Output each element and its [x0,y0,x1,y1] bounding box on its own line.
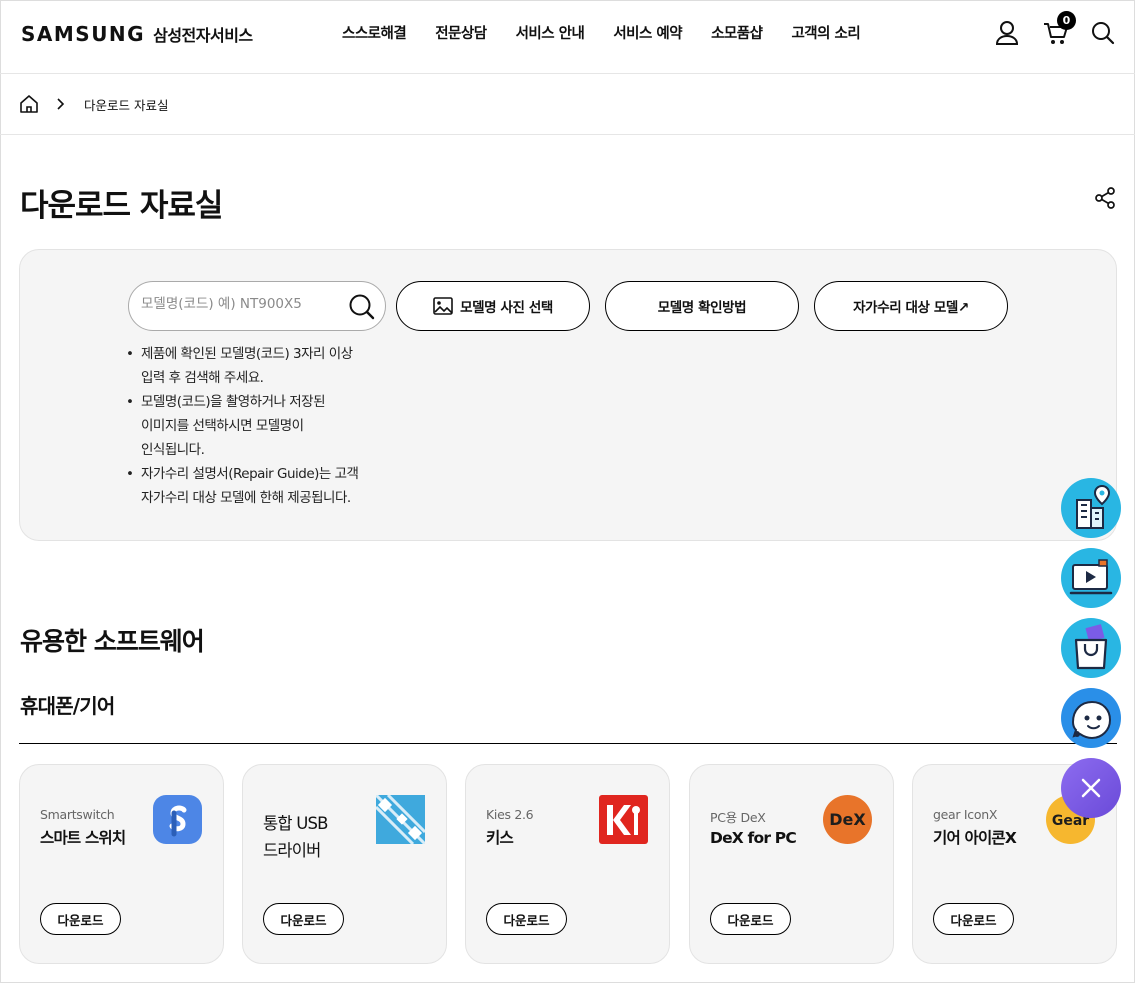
card-subtitle: gear IconX [933,807,998,822]
search-icon[interactable] [1091,20,1115,50]
smartswitch-icon [153,795,202,844]
note-item: 모델명(코드)을 촬영하거나 저장된 이미지를 선택하시면 모델명이 인식됩니다… [126,390,396,462]
card-subtitle: Smartswitch [40,807,115,822]
note-line: 이미지를 선택하시면 모델명이 [141,418,304,434]
note-line: 인식됩니다. [141,442,205,458]
card-subtitle: Kies 2.6 [486,807,534,822]
note-line: 입력 후 검색해 주세요. [141,370,264,386]
chatbot-icon[interactable] [1061,688,1121,748]
card-title: DeX for PC [710,829,797,847]
menu-item-service-info[interactable]: 서비스 안내 [516,22,585,43]
download-button[interactable]: 다운로드 [40,903,121,935]
cart-count-badge: 0 [1057,11,1076,30]
dex-icon-text: DeX [829,810,866,829]
self-repair-models-button[interactable]: 자가수리 대상 모델↗ [814,281,1008,331]
download-button[interactable]: 다운로드 [710,903,791,935]
main-menu: 스스로해결 전문상담 서비스 안내 서비스 예약 소모품샵 고객의 소리 [342,22,889,43]
card-subtitle: PC용 DeX [710,810,766,825]
card-title: 기어 아이콘X [933,829,1017,847]
image-icon [433,297,453,315]
service-center-icon[interactable] [1061,478,1121,538]
software-card-kies[interactable]: Kies 2.6 키스 다운로드 [465,764,670,964]
note-line: 모델명(코드)을 촬영하거나 저장된 [141,394,326,410]
download-button[interactable]: 다운로드 [263,903,344,935]
download-button[interactable]: 다운로드 [486,903,567,935]
menu-item-consult[interactable]: 전문상담 [435,22,487,43]
card-title: 키스 [486,829,514,847]
shop-bag-icon[interactable] [1061,618,1121,678]
global-header: SAMSUNG 삼성전자서비스 스스로해결 전문상담 서비스 안내 서비스 예약… [0,0,1135,74]
dex-icon: DeX [823,795,872,844]
model-search-box [128,281,386,331]
kies-icon [599,795,648,844]
usb-driver-icon [374,793,427,846]
note-item: 자가수리 설명서(Repair Guide)는 고객 자가수리 대상 모델에 한… [126,462,396,510]
software-card-smartswitch[interactable]: Smartswitch 스마트 스위치 다운로드 [19,764,224,964]
card-title-line: 통합 USB [263,814,328,833]
self-repair-label: 자가수리 대상 모델↗ [853,300,969,316]
divider [19,743,1117,744]
software-card-dex[interactable]: PC용 DeX DeX for PC DeX 다운로드 [689,764,894,964]
breadcrumb-current[interactable]: 다운로드 자료실 [84,95,168,114]
download-button[interactable]: 다운로드 [933,903,1014,935]
card-title: 스마트 스위치 [40,829,126,847]
close-icon[interactable] [1061,758,1121,818]
menu-item-reservation[interactable]: 서비스 예약 [613,22,682,43]
model-search-input[interactable] [141,296,341,312]
model-howto-button[interactable]: 모델명 확인방법 [605,281,799,331]
card-title: 통합 USB 드라이버 [263,810,373,864]
photo-select-label: 모델명 사진 선택 [460,300,553,316]
samsung-logo[interactable]: SAMSUNG 삼성전자서비스 [21,22,253,46]
software-section-title: 유용한 소프트웨어 [20,627,205,656]
model-howto-label: 모델명 확인방법 [657,300,747,316]
menu-item-parts-shop[interactable]: 소모품샵 [711,22,763,43]
note-line: 제품에 확인된 모델명(코드) 3자리 이상 [141,346,353,362]
category-title: 휴대폰/기어 [20,694,115,718]
page-title: 다운로드 자료실 [20,188,223,224]
card-title-line: 드라이버 [263,841,321,860]
logo-subtitle: 삼성전자서비스 [153,26,253,45]
home-icon[interactable] [19,94,39,118]
menu-item-self-solve[interactable]: 스스로해결 [342,22,407,43]
search-button-icon[interactable] [348,293,376,325]
search-notes: 제품에 확인된 모델명(코드) 3자리 이상 입력 후 검색해 주세요. 모델명… [126,342,396,510]
menu-item-voice[interactable]: 고객의 소리 [791,22,860,43]
share-icon[interactable] [1093,186,1117,214]
note-item: 제품에 확인된 모델명(코드) 3자리 이상 입력 후 검색해 주세요. [126,342,396,390]
user-icon[interactable] [995,20,1019,50]
photo-select-button[interactable]: 모델명 사진 선택 [396,281,590,331]
note-line: 자가수리 대상 모델에 한해 제공됩니다. [141,490,351,506]
note-line: 자가수리 설명서(Repair Guide)는 고객 [141,466,359,482]
video-guide-icon[interactable] [1061,548,1121,608]
breadcrumb: 다운로드 자료실 [0,74,1135,135]
software-card-usb-driver[interactable]: 통합 USB 드라이버 다운로드 [242,764,447,964]
logo-wordmark: SAMSUNG [21,22,146,46]
chevron-right-icon [55,96,65,115]
